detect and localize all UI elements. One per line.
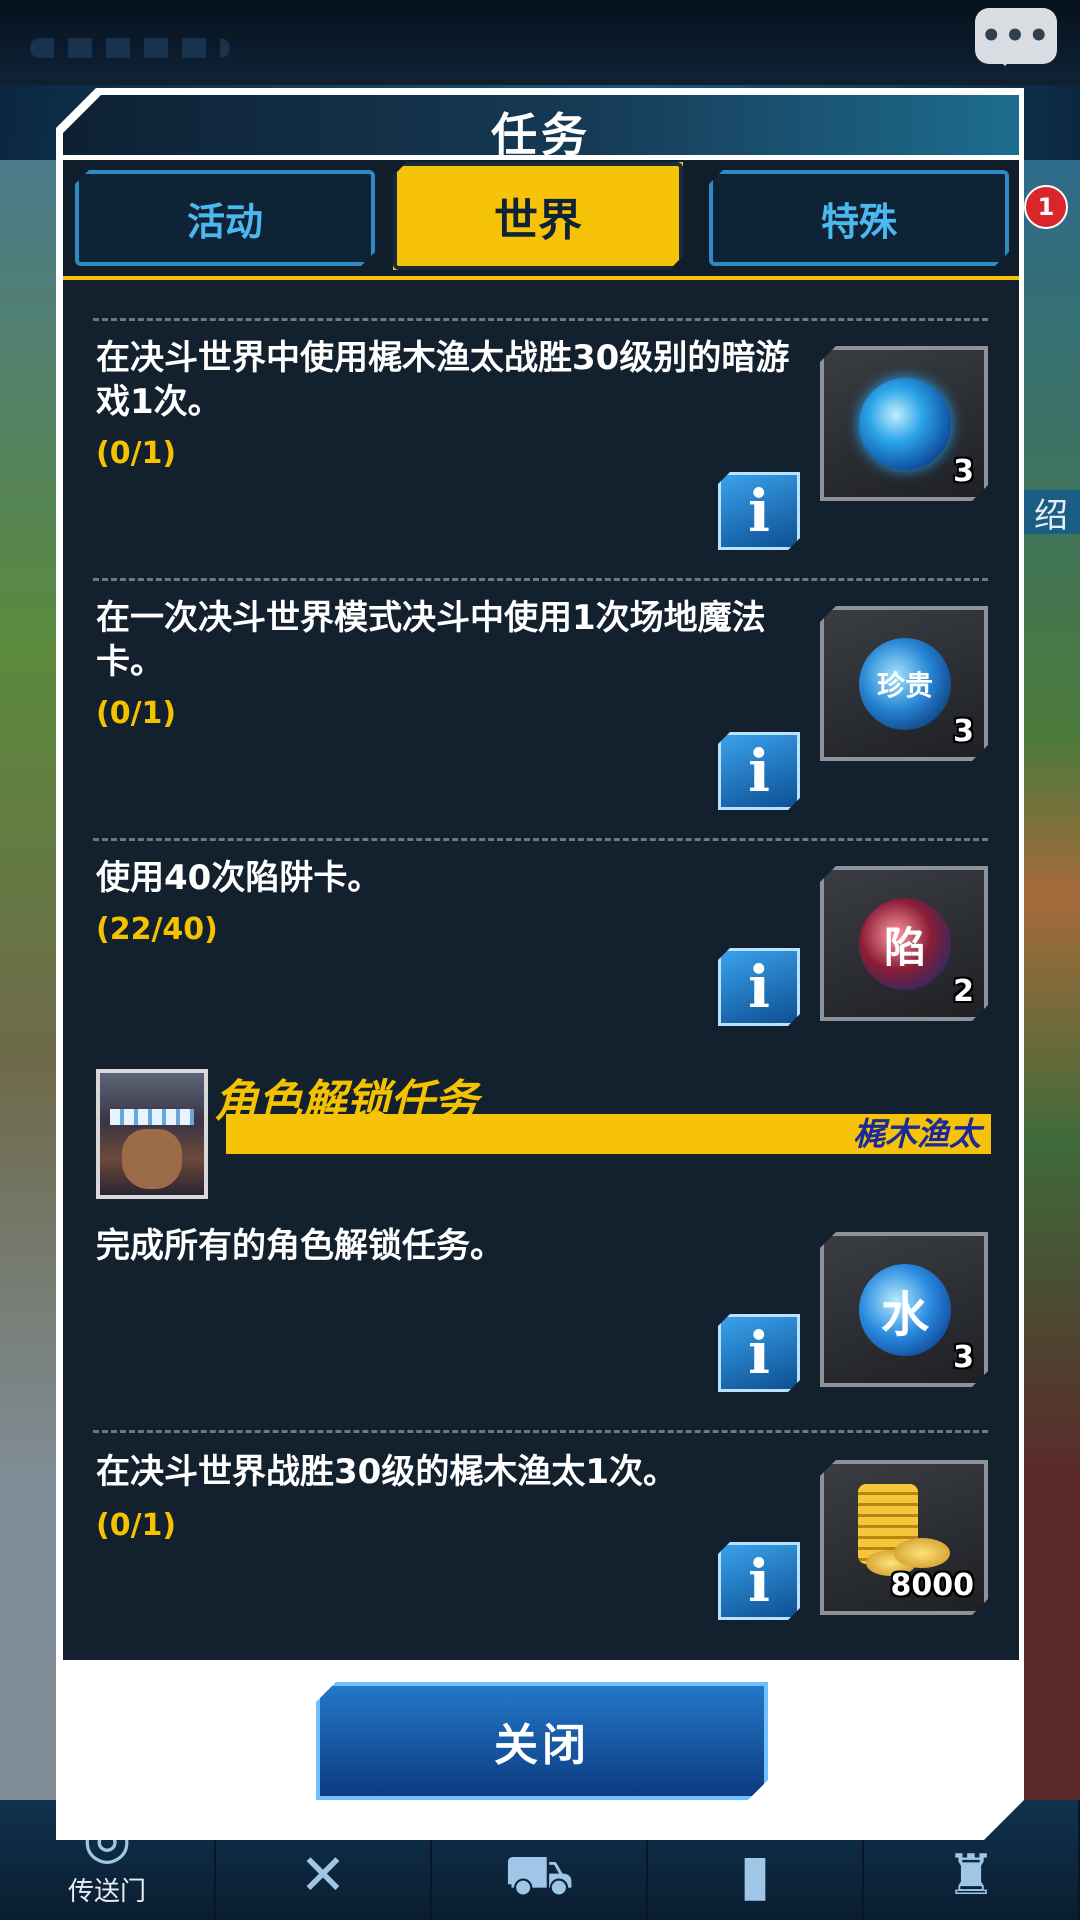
- reward-box[interactable]: 珍贵 3: [820, 606, 988, 761]
- character-unlock-header: 角色解锁任务 梶木渔太: [96, 1069, 991, 1199]
- reward-count: 8000: [890, 1568, 974, 1603]
- reward-box[interactable]: 水 3: [820, 1232, 988, 1387]
- divider: [93, 838, 988, 841]
- tab-activity[interactable]: 活动: [75, 170, 375, 266]
- background-scene-right: [1020, 160, 1080, 1800]
- decorative-dots: [30, 38, 230, 58]
- divider: [93, 1430, 988, 1433]
- mission-description: 在决斗世界战胜30级的梶木渔太1次。: [96, 1452, 677, 1492]
- character-name-bar: 梶木渔太: [226, 1114, 991, 1154]
- info-button[interactable]: i: [718, 948, 800, 1026]
- rare-orb-icon: 珍贵: [859, 638, 951, 730]
- close-button[interactable]: 关闭: [316, 1682, 768, 1800]
- crossed-swords-icon: ✕: [299, 1843, 347, 1908]
- modal-header: 任务: [63, 95, 1019, 155]
- reward-count: 3: [953, 714, 974, 749]
- reward-box[interactable]: 陷 2: [820, 866, 988, 1021]
- mission-progress: (0/1): [96, 696, 177, 731]
- mission-progress: (22/40): [96, 912, 218, 947]
- mission-description: 在一次决斗世界模式决斗中使用1次场地魔法卡。: [96, 598, 766, 682]
- background-top-bar: [0, 0, 1080, 80]
- mission-progress: (0/1): [96, 436, 177, 471]
- divider: [93, 318, 988, 321]
- mission-description: 使用40次陷阱卡。: [96, 858, 382, 898]
- cards-icon: ▮: [739, 1843, 771, 1908]
- divider: [93, 578, 988, 581]
- cart-icon: ⛟: [503, 1843, 575, 1908]
- notification-badge: 1: [1024, 185, 1068, 229]
- tab-world[interactable]: 世界: [393, 162, 683, 270]
- mission-progress: (0/1): [96, 1508, 177, 1543]
- mission-description: 在决斗世界中使用梶木渔太战胜30级别的暗游戏1次。: [96, 338, 790, 422]
- gold-coins-icon: [854, 1484, 954, 1574]
- armor-icon: ♜: [945, 1843, 997, 1908]
- mission-description: 完成所有的角色解锁任务。: [96, 1226, 504, 1266]
- side-label[interactable]: 绍: [1022, 490, 1080, 536]
- water-orb-icon: 水: [859, 1264, 951, 1356]
- tab-bar: 活动 世界 特殊: [63, 160, 1019, 278]
- reward-count: 2: [953, 974, 974, 1009]
- reward-box[interactable]: 3: [820, 346, 988, 501]
- info-button[interactable]: i: [718, 472, 800, 550]
- info-button[interactable]: i: [718, 1314, 800, 1392]
- reward-count: 3: [953, 1340, 974, 1375]
- info-button[interactable]: i: [718, 732, 800, 810]
- nav-portal-label: 传送门: [67, 1877, 146, 1907]
- tab-special[interactable]: 特殊: [709, 170, 1009, 266]
- reward-box[interactable]: 8000: [820, 1460, 988, 1615]
- character-name: 梶木渔太: [852, 1115, 981, 1153]
- mission-list[interactable]: 在决斗世界中使用梶木渔太战胜30级别的暗游戏1次。 (0/1) i 3 在一次决…: [63, 280, 1019, 1660]
- character-avatar: [96, 1069, 208, 1199]
- trap-orb-icon: 陷: [859, 898, 951, 990]
- reward-count: 3: [953, 454, 974, 489]
- info-button[interactable]: i: [718, 1542, 800, 1620]
- blue-orb-icon: [859, 378, 951, 470]
- chat-bubble-icon[interactable]: •••: [975, 8, 1057, 66]
